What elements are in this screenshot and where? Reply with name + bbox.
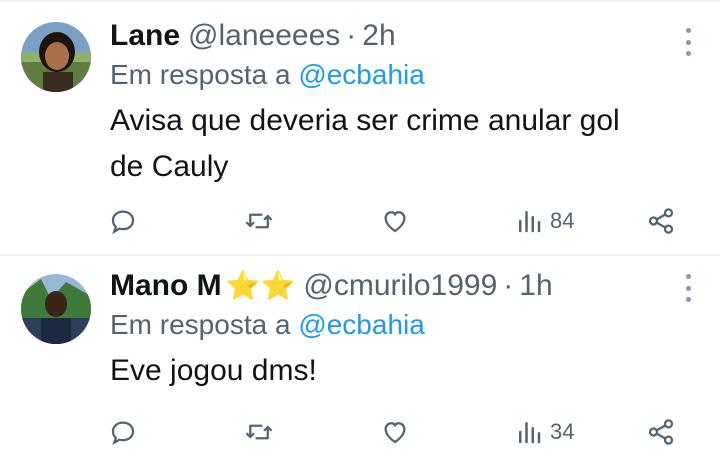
- action-bar: 84: [108, 203, 676, 239]
- retweet-icon: [246, 213, 272, 229]
- retweet-button[interactable]: [244, 417, 274, 447]
- display-name[interactable]: Lane: [110, 18, 180, 54]
- reply-icon: [111, 421, 135, 446]
- views-button[interactable]: 34: [514, 417, 574, 447]
- views-count: 84: [550, 208, 575, 233]
- user-handle[interactable]: @laneeees: [188, 18, 340, 54]
- reply-context: Em resposta a @ecbahia: [110, 58, 680, 92]
- tweet-text-line: de Cauly: [110, 150, 229, 183]
- share-button[interactable]: [646, 417, 676, 447]
- tweet-header: Lane @laneeees · 2h: [110, 18, 680, 54]
- share-icon: [648, 208, 674, 234]
- reply-prefix: Em resposta a: [110, 309, 291, 340]
- separator: ·: [346, 19, 357, 52]
- heart-icon: [384, 422, 406, 444]
- tweet-header: Mano M ⭐⭐ @cmurilo1999 · 1h: [110, 268, 680, 304]
- separator: ·: [503, 269, 514, 302]
- like-button[interactable]: [380, 206, 410, 236]
- tweet[interactable]: Lane @laneeees · 2h Em resposta a @ecbah…: [0, 2, 720, 254]
- tweet-text: Eve jogou dms!: [110, 348, 680, 394]
- tweet-text-line: Eve jogou dms!: [110, 354, 317, 387]
- timestamp[interactable]: 1h: [519, 268, 552, 304]
- retweet-icon: [246, 424, 272, 440]
- reply-mention-link[interactable]: @ecbahia: [298, 59, 425, 90]
- tweet-text-line: Avisa que deveria ser crime anular gol: [110, 104, 620, 137]
- tweet-text: Avisa que deveria ser crime anular gol d…: [110, 98, 680, 190]
- views-icon: [519, 422, 541, 444]
- timestamp[interactable]: 2h: [362, 18, 395, 54]
- reply-context: Em resposta a @ecbahia: [110, 308, 680, 342]
- reply-mention-link[interactable]: @ecbahia: [298, 309, 425, 340]
- avatar[interactable]: [21, 22, 91, 92]
- star-emoji: ⭐⭐: [225, 270, 296, 301]
- reply-icon: [111, 210, 135, 235]
- views-count: 34: [550, 419, 575, 444]
- views-icon: [519, 211, 541, 233]
- reply-button[interactable]: [108, 417, 138, 447]
- more-icon[interactable]: [684, 274, 692, 302]
- retweet-button[interactable]: [244, 206, 274, 236]
- heart-icon: [384, 211, 406, 233]
- display-name[interactable]: Mano M: [110, 268, 222, 304]
- reply-prefix: Em resposta a: [110, 59, 291, 90]
- reply-button[interactable]: [108, 206, 138, 236]
- views-button[interactable]: 84: [514, 206, 574, 236]
- like-button[interactable]: [380, 417, 410, 447]
- more-icon[interactable]: [684, 28, 692, 56]
- user-handle[interactable]: @cmurilo1999: [303, 268, 497, 304]
- share-button[interactable]: [646, 206, 676, 236]
- avatar[interactable]: [21, 274, 91, 344]
- share-icon: [648, 419, 674, 445]
- tweet[interactable]: Mano M ⭐⭐ @cmurilo1999 · 1h Em resposta …: [0, 256, 720, 463]
- action-bar: 34: [108, 414, 676, 450]
